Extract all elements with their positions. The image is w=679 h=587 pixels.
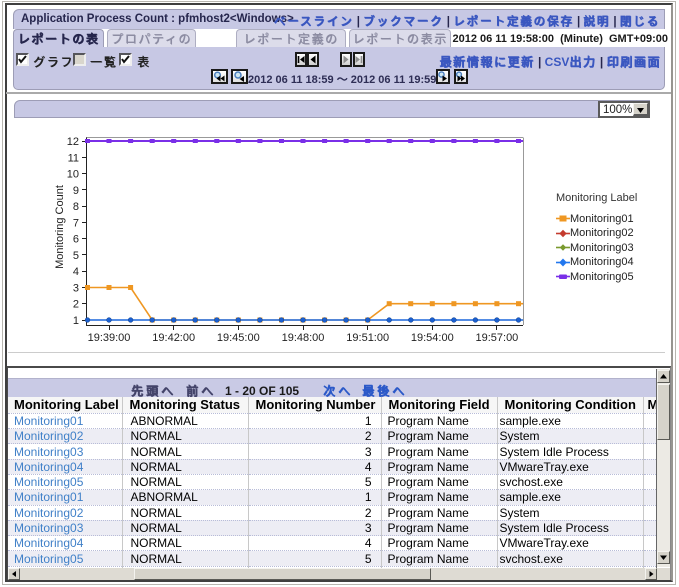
svg-text:3: 3 — [73, 283, 79, 295]
svg-text:10: 10 — [67, 169, 79, 181]
svg-text:19:45:00: 19:45:00 — [217, 332, 260, 344]
svg-text:19:54:00: 19:54:00 — [411, 332, 454, 344]
svg-text:19:51:00: 19:51:00 — [346, 332, 389, 344]
svg-text:2: 2 — [73, 299, 79, 311]
svg-text:19:57:00: 19:57:00 — [475, 332, 518, 344]
svg-text:19:42:00: 19:42:00 — [152, 332, 195, 344]
svg-text:19:39:00: 19:39:00 — [88, 332, 131, 344]
svg-text:19:48:00: 19:48:00 — [282, 332, 325, 344]
svg-text:12: 12 — [67, 136, 79, 148]
svg-text:11: 11 — [68, 152, 79, 164]
svg-text:9: 9 — [73, 185, 79, 197]
svg-text:8: 8 — [73, 201, 79, 213]
svg-text:4: 4 — [73, 266, 79, 278]
svg-text:7: 7 — [73, 217, 79, 229]
svg-text:5: 5 — [73, 250, 79, 262]
svg-text:6: 6 — [73, 234, 79, 246]
svg-text:1: 1 — [73, 315, 79, 327]
